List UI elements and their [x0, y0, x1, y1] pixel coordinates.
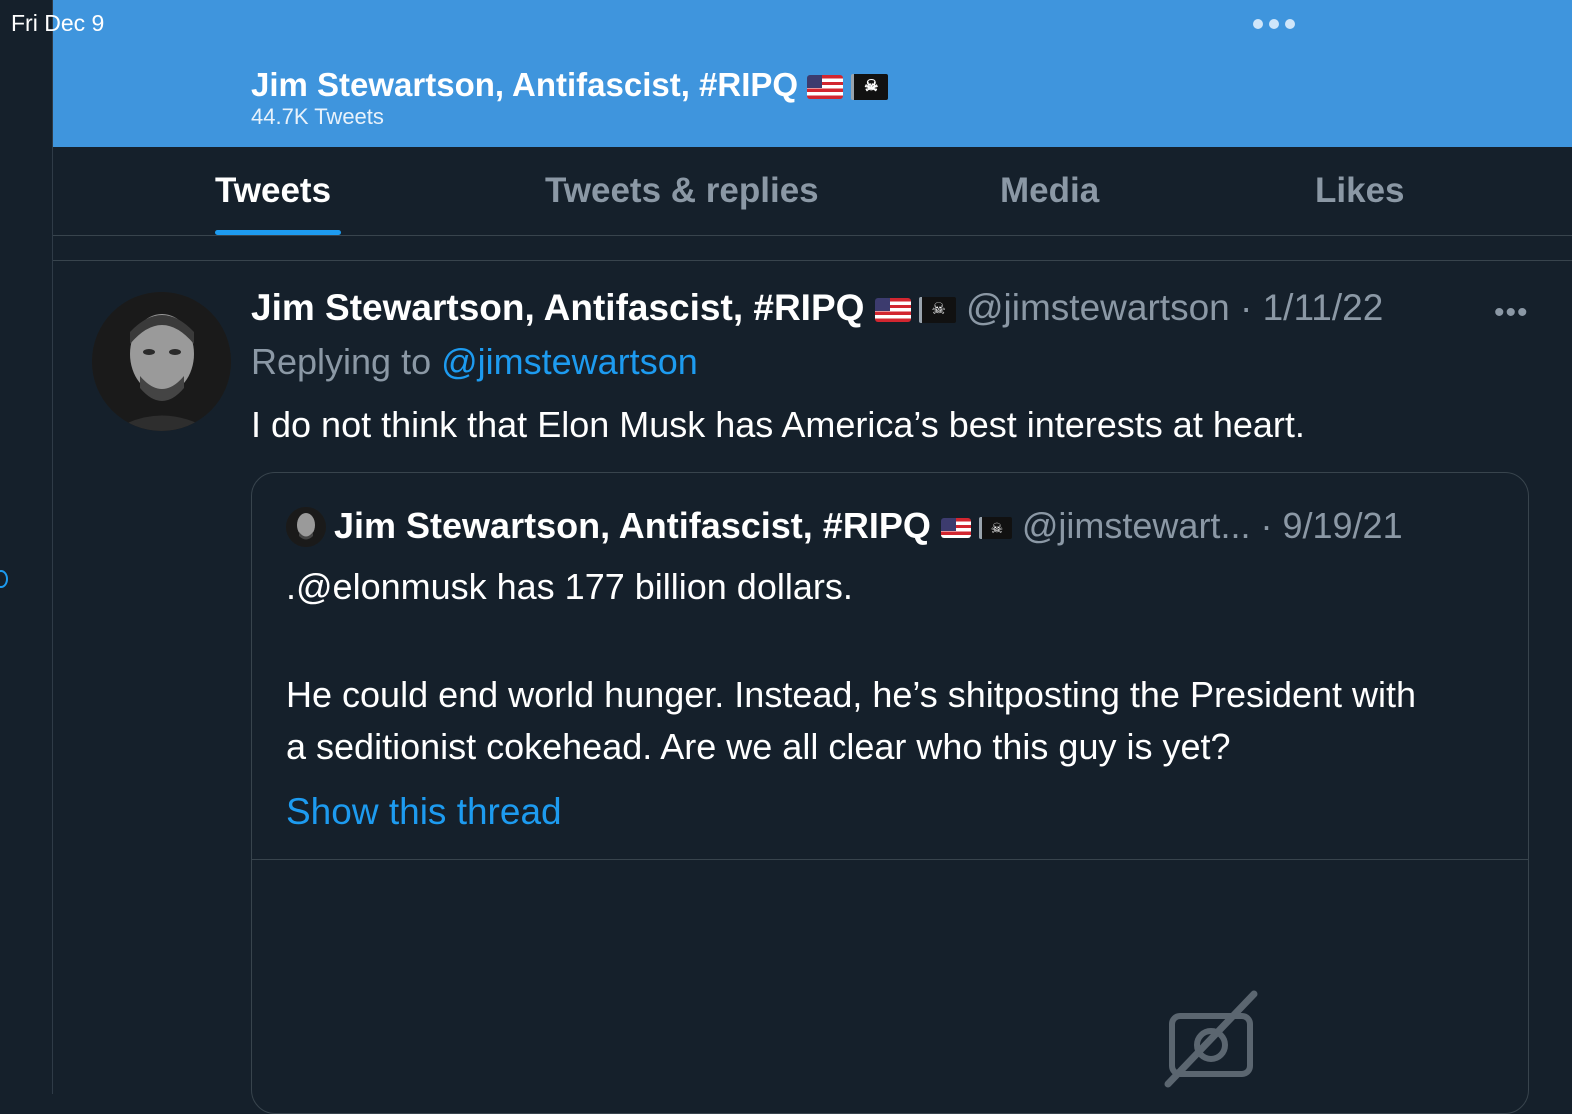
status-bar-time: Fri Dec 9	[11, 10, 105, 36]
quote-text-line-3: a seditionist cokehead. Are we all clear…	[286, 726, 1231, 767]
active-tab-indicator	[215, 230, 341, 235]
divider	[53, 260, 1572, 261]
profile-name-text: Jim Stewartson, Antifascist, #RIPQ	[251, 66, 799, 103]
tab-media[interactable]: Media	[1000, 171, 1099, 211]
tweet-text: I do not think that Elon Musk has Americ…	[251, 404, 1305, 445]
tab-tweets-replies[interactable]: Tweets & replies	[545, 171, 819, 211]
quote-avatar	[286, 507, 326, 547]
profile-name-header: Jim Stewartson, Antifascist, #RIPQ ☠	[251, 66, 889, 104]
replying-to: Replying to @jimstewartson	[251, 341, 698, 383]
us-flag-icon	[940, 518, 971, 539]
quote-text-line-2: He could end world hunger. Instead, he’s…	[286, 674, 1417, 715]
replying-prefix: Replying to	[251, 341, 432, 382]
quote-tweet-card[interactable]: Jim Stewartson, Antifascist, #RIPQ ☠ @ji…	[251, 472, 1529, 1114]
tweet-count: 44.7K Tweets	[251, 104, 384, 129]
avatar[interactable]	[92, 292, 231, 431]
tweet-date[interactable]: 1/11/22	[1263, 287, 1384, 328]
separator-dot: ·	[1260, 505, 1273, 546]
tab-tweets[interactable]: Tweets	[215, 171, 331, 211]
quote-author-line: Jim Stewartson, Antifascist, #RIPQ ☠ @ji…	[334, 505, 1403, 547]
quote-handle: @jimstewart...	[1021, 505, 1251, 546]
rail-indicator-icon	[0, 570, 8, 588]
show-thread-link[interactable]: Show this thread	[286, 791, 562, 833]
multitasking-dots-icon[interactable]	[1253, 19, 1295, 29]
quote-text-paragraph: He could end world hunger. Instead, he’s…	[286, 669, 1416, 773]
tab-likes[interactable]: Likes	[1315, 171, 1405, 211]
quote-media-divider	[252, 859, 1528, 860]
tweet-handle[interactable]: @jimstewartson	[966, 287, 1230, 328]
us-flag-icon	[874, 298, 911, 323]
tweet-author-line: Jim Stewartson, Antifascist, #RIPQ ☠ @ji…	[251, 287, 1383, 329]
us-flag-icon	[807, 75, 844, 100]
pirate-flag-icon: ☠	[851, 74, 889, 101]
pirate-flag-icon: ☠	[918, 297, 956, 324]
pirate-flag-icon: ☠	[978, 517, 1012, 540]
more-horizontal-icon[interactable]: •••	[1494, 296, 1529, 330]
camera-off-icon	[1162, 988, 1262, 1088]
tweet-author-name[interactable]: Jim Stewartson, Antifascist, #RIPQ	[251, 287, 864, 328]
separator-dot: ·	[1240, 287, 1253, 328]
profile-tabs: Tweets Tweets & replies Media Likes	[53, 147, 1572, 236]
replying-handle-link[interactable]: @jimstewartson	[441, 341, 698, 382]
quote-date: 9/19/21	[1282, 505, 1403, 546]
quote-author-name: Jim Stewartson, Antifascist, #RIPQ	[334, 505, 931, 546]
left-rail	[0, 0, 53, 1094]
quote-text-line-1: .@elonmusk has 177 billion dollars.	[286, 566, 853, 607]
